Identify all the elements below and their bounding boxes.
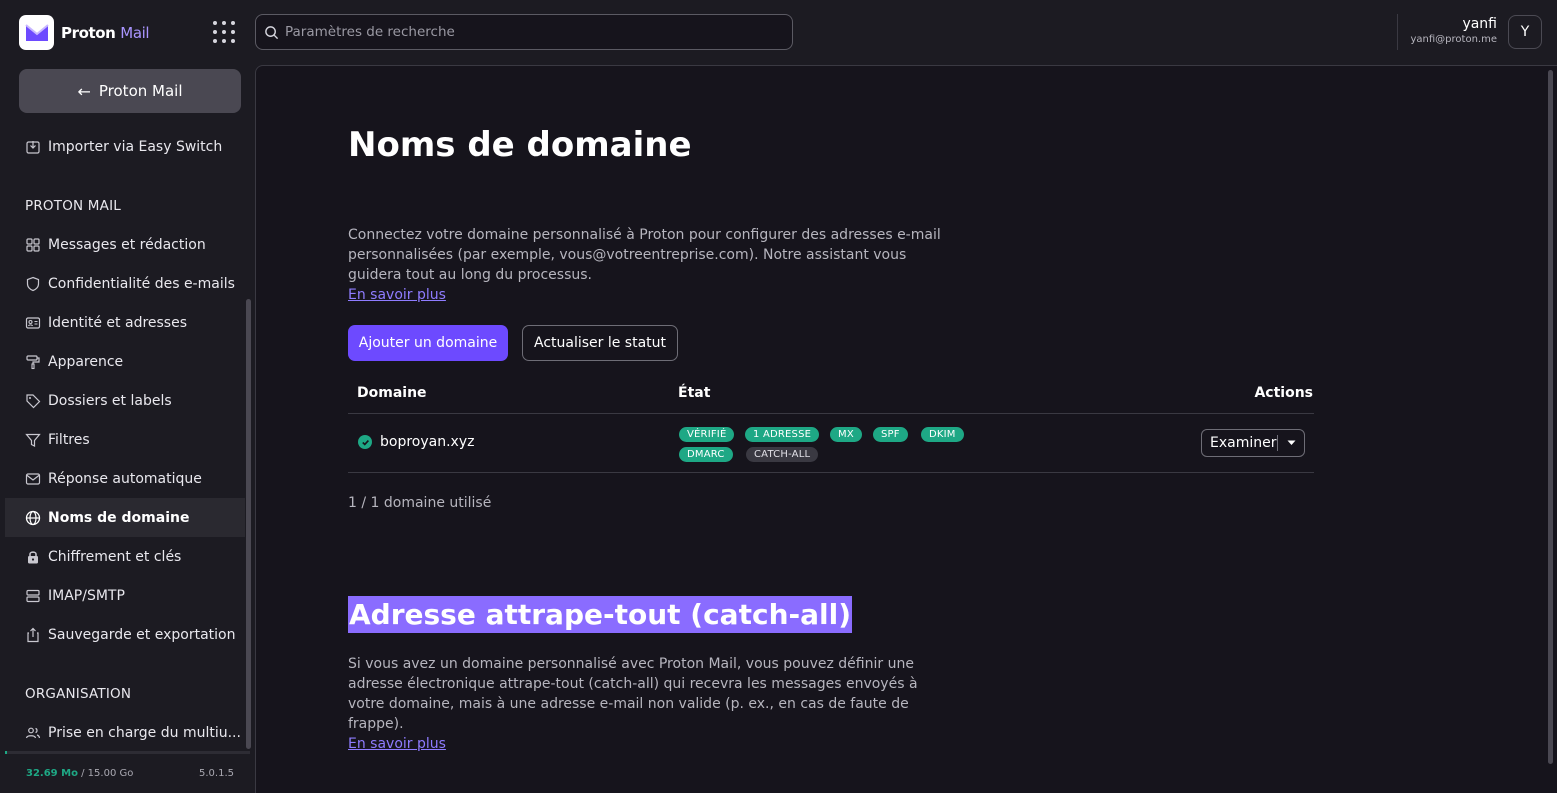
add-domain-button[interactable]: Ajouter un domaine — [348, 325, 508, 361]
sidebar-item-appearance[interactable]: Apparence — [5, 342, 245, 381]
id-card-icon — [25, 316, 41, 329]
envelope-icon — [25, 472, 41, 485]
catchall-section-title: Adresse attrape-tout (catch-all) — [348, 596, 853, 633]
arrow-left-icon: ← — [77, 81, 91, 101]
sidebar-item-label: Prise en charge du multiu... — [48, 724, 241, 741]
user-name: yanfi — [1462, 16, 1497, 32]
sidebar-item-label: Réponse automatique — [48, 470, 202, 487]
table-row-divider — [348, 472, 1314, 473]
settings-sidebar: ← Proton Mail Importer via Easy Switch P… — [0, 66, 255, 793]
brand-text: Proton Mail — [61, 23, 150, 42]
user-email: yanfi@proton.me — [1410, 34, 1498, 45]
status-badge-mx: MX — [830, 427, 862, 442]
back-to-mail-button[interactable]: ← Proton Mail — [19, 69, 241, 113]
sidebar-item-label: Dossiers et labels — [48, 392, 172, 409]
sidebar-item-label: Identité et adresses — [48, 314, 188, 331]
globe-icon — [25, 510, 41, 525]
sidebar-item-domains[interactable]: Noms de domaine — [5, 498, 245, 537]
refresh-status-button[interactable]: Actualiser le statut — [522, 325, 678, 361]
apps-grid-icon[interactable] — [210, 18, 238, 46]
sidebar-item-label: Importer via Easy Switch — [48, 138, 223, 155]
main-scrollbar[interactable] — [1548, 70, 1553, 764]
filter-icon — [25, 433, 41, 447]
brand-name: Proton — [61, 23, 116, 42]
grid-icon — [26, 237, 40, 252]
column-header-state: État — [678, 385, 711, 401]
storage-bar — [5, 751, 250, 754]
catchall-learn-more-link[interactable]: En savoir plus — [348, 736, 446, 752]
sidebar-scrollbar[interactable] — [246, 299, 251, 749]
storage-used: 32.69 Mo — [26, 768, 78, 779]
sidebar-item-label: IMAP/SMTP — [48, 587, 125, 604]
brand-product: Mail — [120, 23, 150, 42]
status-badge-catchall: CATCH-ALL — [746, 447, 819, 462]
storage-text: 32.69 Mo / 15.00 Go — [26, 768, 133, 779]
users-icon — [25, 727, 41, 738]
sidebar-item-privacy[interactable]: Confidentialité des e-mails — [5, 264, 245, 303]
sidebar-item-label: Filtres — [48, 431, 90, 448]
status-badge-addresses: 1 ADRESSE — [745, 427, 820, 442]
domain-cell: boproyan.xyz — [358, 434, 474, 450]
tag-icon — [26, 393, 41, 408]
app-version: 5.0.1.5 — [199, 768, 234, 779]
status-badge-verified: VÉRIFIÉ — [679, 427, 735, 442]
lock-icon — [28, 550, 38, 563]
shield-icon — [26, 276, 40, 291]
proton-mail-logo[interactable]: Proton Mail — [19, 15, 150, 50]
domain-usage-count: 1 / 1 domaine utilisé — [348, 495, 492, 511]
servers-icon — [26, 589, 40, 602]
sidebar-item-folders[interactable]: Dossiers et labels — [5, 381, 245, 420]
user-menu[interactable]: yanfi yanfi@proton.me — [1411, 16, 1498, 45]
chevron-down-icon[interactable] — [1278, 440, 1304, 446]
sidebar-item-backup[interactable]: Sauvegarde et exportation — [5, 615, 245, 654]
sidebar-item-label: Messages et rédaction — [48, 236, 206, 253]
section-proton-mail: PROTON MAIL — [25, 198, 121, 214]
verified-check-icon — [358, 435, 372, 449]
catchall-description: Si vous avez un domaine personnalisé ave… — [348, 654, 948, 754]
column-header-actions: Actions — [1254, 385, 1313, 401]
sidebar-item-imap[interactable]: IMAP/SMTP — [5, 576, 245, 615]
table-header-divider — [348, 413, 1314, 414]
examine-split-button[interactable]: Examiner — [1201, 429, 1305, 457]
export-icon — [27, 627, 39, 642]
sidebar-item-label: Chiffrement et clés — [48, 548, 182, 565]
top-header: Proton Mail yanfi yanfi@proton.me Y — [0, 0, 1557, 66]
import-icon — [26, 140, 40, 154]
domain-name: boproyan.xyz — [380, 434, 475, 450]
domains-description: Connectez votre domaine personnalisé à P… — [348, 225, 948, 305]
status-badge-spf: SPF — [873, 427, 908, 442]
avatar[interactable]: Y — [1508, 15, 1542, 49]
catchall-description-text: Si vous avez un domaine personnalisé ave… — [348, 656, 918, 732]
header-divider — [1397, 14, 1398, 50]
search-input[interactable] — [285, 24, 792, 40]
proton-mail-logo-icon — [19, 15, 54, 50]
sidebar-item-multiuser[interactable]: Prise en charge du multiu... — [5, 713, 245, 752]
storage-indicator: 32.69 Mo / 15.00 Go 5.0.1.5 — [5, 751, 250, 793]
learn-more-link[interactable]: En savoir plus — [348, 287, 446, 303]
search-icon — [265, 25, 279, 39]
storage-total: / 15.00 Go — [81, 768, 134, 779]
sidebar-item-messages[interactable]: Messages et rédaction — [5, 225, 245, 264]
page-title: Noms de domaine — [348, 125, 692, 165]
sidebar-item-label: Noms de domaine — [48, 509, 190, 526]
column-header-domain: Domaine — [357, 385, 427, 401]
storage-bar-fill — [5, 751, 7, 754]
section-organisation: ORGANISATION — [25, 686, 132, 702]
sidebar-item-identity[interactable]: Identité et adresses — [5, 303, 245, 342]
sidebar-item-import[interactable]: Importer via Easy Switch — [5, 127, 245, 166]
sidebar-item-label: Apparence — [48, 353, 124, 370]
sidebar-item-autoreply[interactable]: Réponse automatique — [5, 459, 245, 498]
domains-description-text: Connectez votre domaine personnalisé à P… — [348, 227, 941, 283]
sidebar-item-encryption[interactable]: Chiffrement et clés — [5, 537, 245, 576]
examine-button[interactable]: Examiner — [1202, 435, 1277, 451]
sidebar-item-label: Confidentialité des e-mails — [48, 275, 235, 292]
sidebar-item-filters[interactable]: Filtres — [5, 420, 245, 459]
status-badge-dkim: DKIM — [921, 427, 964, 442]
status-badge-dmarc: DMARC — [679, 447, 733, 462]
back-button-label: Proton Mail — [98, 82, 183, 100]
sidebar-item-label: Sauvegarde et exportation — [48, 626, 236, 643]
paint-roller-icon — [26, 354, 40, 369]
search-box[interactable] — [255, 14, 793, 50]
